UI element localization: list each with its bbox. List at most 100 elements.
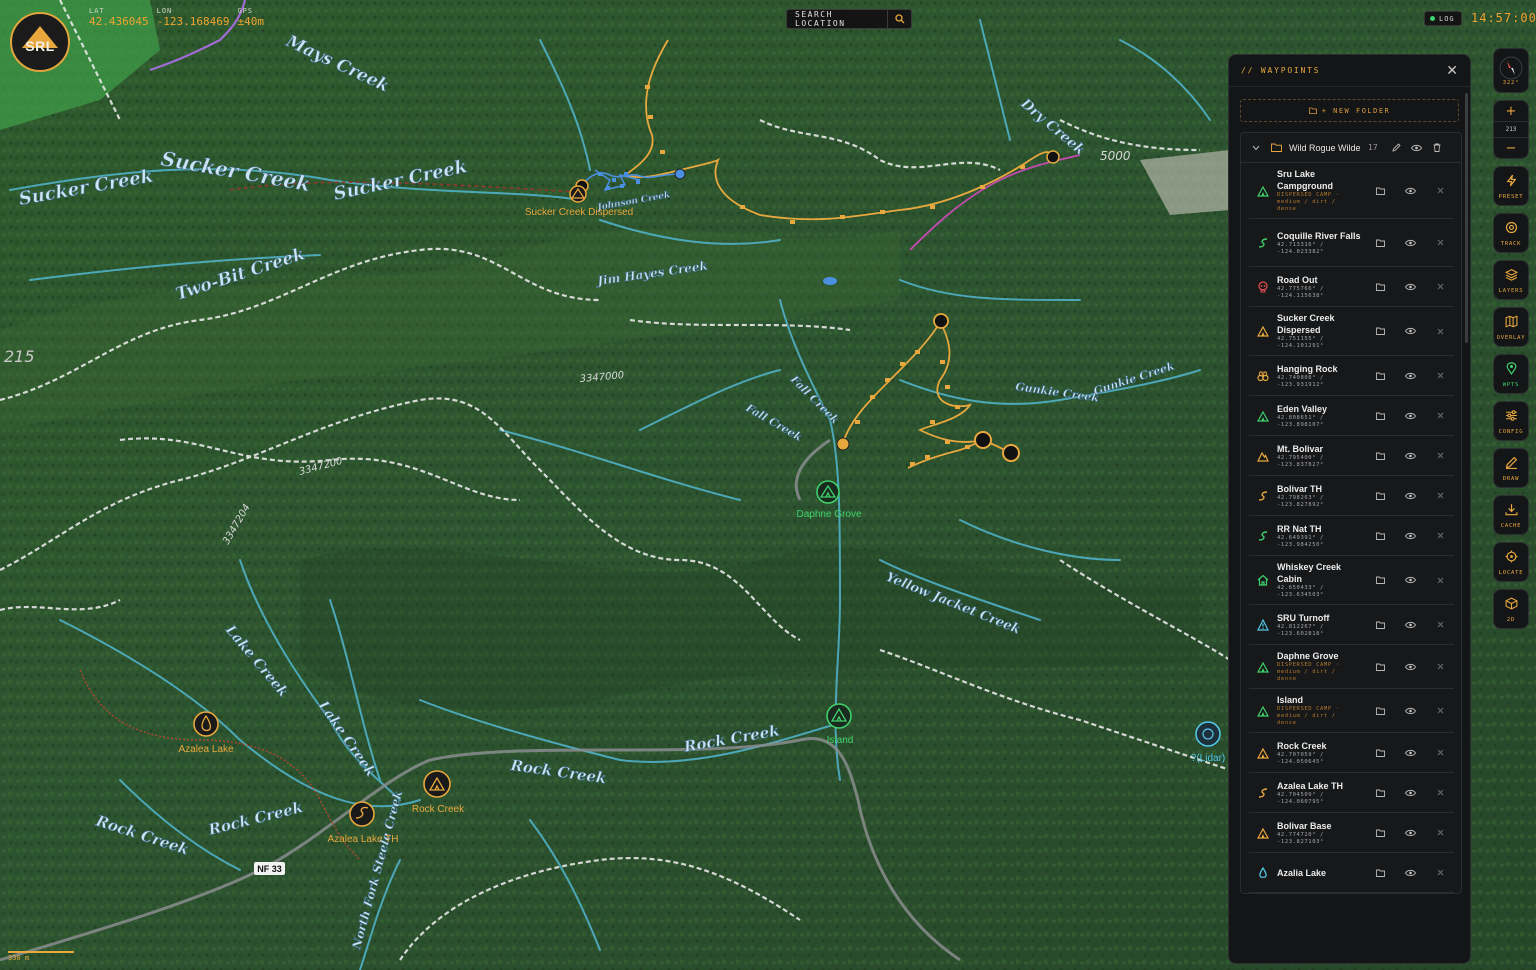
waypoint-row[interactable]: Azalea Lake TH 42.704509° / -124.060795° bbox=[1249, 773, 1454, 813]
toolbar-config-button[interactable]: CONFIG bbox=[1493, 401, 1529, 441]
toolbar-preset-button[interactable]: PRESET bbox=[1493, 166, 1529, 206]
eye-icon[interactable] bbox=[1404, 619, 1416, 631]
zoom-out-button[interactable]: − bbox=[1506, 138, 1517, 158]
folder-icon[interactable] bbox=[1374, 530, 1386, 542]
waypoint-row[interactable]: SRU Turnoff 42.812267° / -123.602818° bbox=[1249, 605, 1454, 645]
delete-icon[interactable] bbox=[1434, 281, 1446, 293]
folder-icon[interactable] bbox=[1374, 661, 1386, 673]
eye-icon[interactable] bbox=[1404, 867, 1416, 879]
folder-icon[interactable] bbox=[1374, 370, 1386, 382]
eye-icon[interactable] bbox=[1404, 530, 1416, 542]
folder-icon[interactable] bbox=[1374, 237, 1386, 249]
waypoint-row[interactable]: RR Nat TH 42.649391° / -123.984250° bbox=[1249, 516, 1454, 556]
toolbar-locate-button[interactable]: LOCATE bbox=[1493, 542, 1529, 582]
delete-icon[interactable] bbox=[1434, 661, 1446, 673]
eye-icon[interactable] bbox=[1404, 574, 1416, 586]
toolbar-cache-button[interactable]: CACHE bbox=[1493, 495, 1529, 535]
delete-icon[interactable] bbox=[1434, 185, 1446, 197]
search-input[interactable]: SEARCH LOCATION bbox=[787, 10, 887, 28]
panel-scrollbar[interactable] bbox=[1465, 93, 1468, 343]
folder-header[interactable]: Wild Rogue Wilde 17 bbox=[1241, 133, 1461, 163]
waypoint-detail: 42.798263° / -123.827892° bbox=[1277, 494, 1324, 508]
waypoint-row[interactable]: Eden Valley 42.808651° / -123.898107° bbox=[1249, 396, 1454, 436]
waypoint-row[interactable]: Whiskey Creek Cabin 42.650433° / -123.63… bbox=[1249, 556, 1454, 605]
eye-icon[interactable] bbox=[1404, 747, 1416, 759]
delete-icon[interactable] bbox=[1434, 705, 1446, 717]
waypoint-row[interactable]: Island DISPERSED CAMP · medium / dirt / … bbox=[1249, 689, 1454, 733]
trash-icon[interactable] bbox=[1430, 143, 1444, 152]
pin-icon bbox=[1505, 360, 1518, 379]
folder-icon[interactable] bbox=[1374, 747, 1386, 759]
waypoint-row[interactable]: Bolivar Base 42.774720° / -123.827103° bbox=[1249, 813, 1454, 853]
new-folder-button[interactable]: + NEW FOLDER bbox=[1240, 99, 1459, 122]
waypoint-name: Bolivar TH bbox=[1277, 483, 1323, 494]
folder-icon[interactable] bbox=[1374, 410, 1386, 422]
eye-icon[interactable] bbox=[1404, 661, 1416, 673]
edit-icon[interactable] bbox=[1390, 143, 1404, 152]
folder-icon[interactable] bbox=[1374, 490, 1386, 502]
eye-icon[interactable] bbox=[1404, 185, 1416, 197]
folder-icon[interactable] bbox=[1374, 281, 1386, 293]
delete-icon[interactable] bbox=[1434, 450, 1446, 462]
toolbar-2d-button[interactable]: 2D bbox=[1493, 589, 1529, 629]
delete-icon[interactable] bbox=[1434, 747, 1446, 759]
eye-icon[interactable] bbox=[1404, 281, 1416, 293]
waypoint-row[interactable]: Road Out 42.775766° / -124.115638° bbox=[1249, 267, 1454, 307]
compass-button[interactable]: 322° bbox=[1493, 48, 1529, 93]
folder-icon[interactable] bbox=[1374, 705, 1386, 717]
waypoint-row[interactable]: Sucker Creek Dispersed 42.751155° / -124… bbox=[1249, 307, 1454, 356]
toolbar-track-button[interactable]: TRACK bbox=[1493, 213, 1529, 253]
eye-icon[interactable] bbox=[1404, 237, 1416, 249]
skull-icon bbox=[1249, 280, 1277, 293]
delete-icon[interactable] bbox=[1434, 530, 1446, 542]
folder-icon[interactable] bbox=[1374, 787, 1386, 799]
waypoint-row[interactable]: Sru Lake Campground DISPERSED CAMP · med… bbox=[1249, 163, 1454, 219]
search-location[interactable]: SEARCH LOCATION bbox=[786, 9, 912, 29]
eye-icon[interactable] bbox=[1404, 370, 1416, 382]
search-button[interactable] bbox=[887, 10, 911, 28]
waypoint-row[interactable]: Daphne Grove DISPERSED CAMP · medium / d… bbox=[1249, 645, 1454, 689]
toolbar-wpts-button[interactable]: WPTS bbox=[1493, 354, 1529, 394]
toolbar-draw-button[interactable]: DRAW bbox=[1493, 448, 1529, 488]
delete-icon[interactable] bbox=[1434, 867, 1446, 879]
zoom-in-button[interactable]: + bbox=[1506, 101, 1517, 121]
toolbar-layers-button[interactable]: LAYERS bbox=[1493, 260, 1529, 300]
eye-icon[interactable] bbox=[1404, 787, 1416, 799]
delete-icon[interactable] bbox=[1434, 410, 1446, 422]
waypoint-row[interactable]: Hanging Rock 42.740808° / -123.931912° bbox=[1249, 356, 1454, 396]
close-icon[interactable]: ✕ bbox=[1446, 63, 1458, 79]
eye-icon[interactable] bbox=[1404, 410, 1416, 422]
log-button[interactable]: LOG bbox=[1424, 11, 1462, 26]
folder-icon[interactable] bbox=[1374, 867, 1386, 879]
folder-icon[interactable] bbox=[1374, 574, 1386, 586]
delete-icon[interactable] bbox=[1434, 237, 1446, 249]
app-logo[interactable]: SRL bbox=[10, 12, 70, 72]
eye-icon[interactable] bbox=[1410, 144, 1424, 152]
waypoint-detail: 42.649391° / -123.984250° bbox=[1277, 534, 1324, 548]
folder-icon[interactable] bbox=[1374, 827, 1386, 839]
folder-icon[interactable] bbox=[1374, 325, 1386, 337]
delete-icon[interactable] bbox=[1434, 490, 1446, 502]
eye-icon[interactable] bbox=[1404, 450, 1416, 462]
eye-icon[interactable] bbox=[1404, 325, 1416, 337]
eye-icon[interactable] bbox=[1404, 490, 1416, 502]
eye-icon[interactable] bbox=[1404, 827, 1416, 839]
folder-icon[interactable] bbox=[1374, 185, 1386, 197]
delete-icon[interactable] bbox=[1434, 370, 1446, 382]
chevron-down-icon[interactable] bbox=[1249, 145, 1263, 151]
delete-icon[interactable] bbox=[1434, 787, 1446, 799]
toolbar-overlay-button[interactable]: OVERLAY bbox=[1493, 307, 1529, 347]
delete-icon[interactable] bbox=[1434, 619, 1446, 631]
waypoint-row[interactable]: Coquille River Falls 42.713316° / -124.0… bbox=[1249, 219, 1454, 267]
delete-icon[interactable] bbox=[1434, 574, 1446, 586]
folder-icon[interactable] bbox=[1374, 450, 1386, 462]
delete-icon[interactable] bbox=[1434, 325, 1446, 337]
waypoint-row[interactable]: Azalia Lake bbox=[1249, 853, 1454, 893]
waypoint-row[interactable]: Rock Creek 42.707059° / -124.050645° bbox=[1249, 733, 1454, 773]
delete-icon[interactable] bbox=[1434, 827, 1446, 839]
waypoint-text: Sucker Creek Dispersed 42.751155° / -124… bbox=[1277, 312, 1374, 350]
waypoint-row[interactable]: Mt. Bolivar 42.795400° / -123.837827° bbox=[1249, 436, 1454, 476]
waypoint-row[interactable]: Bolivar TH 42.798263° / -123.827892° bbox=[1249, 476, 1454, 516]
eye-icon[interactable] bbox=[1404, 705, 1416, 717]
folder-icon[interactable] bbox=[1374, 619, 1386, 631]
